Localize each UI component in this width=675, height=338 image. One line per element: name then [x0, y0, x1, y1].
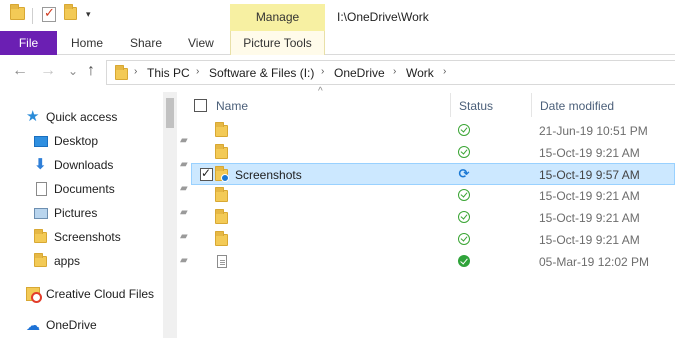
back-arrow-icon[interactable]: ← [12, 62, 28, 80]
nav-label: OneDrive [46, 318, 97, 332]
properties-icon[interactable] [42, 5, 56, 22]
nav-item-desktop[interactable]: Desktop ▰ [34, 131, 188, 151]
date-modified: 15-Oct-19 9:21 AM [539, 233, 640, 247]
row-checkbox[interactable] [200, 166, 213, 181]
nav-label: apps [54, 254, 81, 268]
chevron-right-icon[interactable]: › [393, 66, 396, 77]
tab-file[interactable]: File [0, 31, 57, 55]
downloads-icon: ⬇ [34, 156, 47, 173]
breadcrumb-drive[interactable]: Software & Files (I:) [209, 66, 314, 80]
date-modified: 05-Mar-19 12:02 PM [539, 255, 650, 269]
date-modified: 21-Jun-19 10:51 PM [539, 124, 648, 138]
recent-locations-icon[interactable]: ⌄ [68, 62, 78, 80]
table-row-selected[interactable]: Screenshots ⟳ 15-Oct-19 9:57 AM [191, 163, 675, 185]
available-status-icon [458, 189, 470, 201]
forward-arrow-icon[interactable]: → [40, 62, 56, 80]
nav-label: Screenshots [54, 230, 121, 244]
column-divider[interactable] [531, 93, 532, 117]
manage-tab[interactable]: Manage [230, 4, 325, 31]
nav-label: Documents [54, 182, 115, 196]
nav-label: Downloads [54, 158, 114, 172]
column-divider[interactable] [450, 93, 451, 117]
cloud-icon: ☁ [26, 317, 40, 333]
column-header-name[interactable]: Name [216, 96, 248, 116]
nav-item-pictures[interactable]: Pictures ▰ [34, 203, 188, 223]
folder-icon [215, 231, 228, 246]
nav-scrollbar[interactable] [163, 92, 177, 338]
folder-icon [215, 144, 228, 159]
creative-cloud-icon [26, 287, 42, 303]
table-row[interactable]: 05-Mar-19 12:02 PM [192, 251, 675, 273]
shortcut-folder-icon [215, 166, 229, 182]
table-row[interactable]: 15-Oct-19 9:21 AM [192, 229, 675, 251]
chevron-right-icon[interactable]: › [321, 66, 324, 77]
nav-item-creative-cloud[interactable]: Creative Cloud Files [26, 284, 166, 304]
nav-label: Desktop [54, 134, 99, 148]
chevron-right-icon[interactable]: › [443, 66, 446, 77]
sort-ascending-icon: ^ [318, 86, 323, 97]
tab-picture-tools[interactable]: Picture Tools [230, 31, 325, 55]
table-row[interactable]: 21-Jun-19 10:51 PM [192, 120, 675, 142]
nav-item-onedrive[interactable]: ☁ OneDrive [26, 315, 166, 335]
nav-label: Pictures [54, 206, 98, 220]
folder-icon [215, 122, 228, 137]
folder-icon[interactable] [10, 4, 25, 20]
available-status-icon [458, 233, 470, 245]
date-modified: 15-Oct-19 9:57 AM [539, 168, 640, 182]
nav-item-downloads[interactable]: ⬇ Downloads ▰ [34, 155, 188, 175]
folder-icon [115, 65, 128, 80]
folder-icon [215, 187, 228, 202]
breadcrumb-work[interactable]: Work [406, 66, 434, 80]
navigation-pane: ★ Quick access Desktop ▰ ⬇ Downloads ▰ D… [0, 89, 188, 338]
table-row[interactable]: 15-Oct-19 9:21 AM [192, 142, 675, 164]
window-title: I:\OneDrive\Work [337, 10, 429, 24]
date-modified: 15-Oct-19 9:21 AM [539, 211, 640, 225]
folder-icon [34, 229, 48, 244]
date-modified: 15-Oct-19 9:21 AM [539, 189, 640, 203]
ribbon-tabs: File Home Share View Picture Tools [0, 31, 675, 55]
tab-home[interactable]: Home [71, 31, 103, 55]
select-all-checkbox[interactable] [194, 99, 207, 112]
documents-icon [36, 182, 47, 196]
pictures-icon [34, 208, 48, 219]
navigation-bar: ← → ⌄ ↑ › This PC › Software & Files (I:… [0, 55, 675, 89]
nav-quick-access[interactable]: ★ Quick access [26, 107, 166, 127]
column-header-status[interactable]: Status [459, 96, 493, 116]
tab-share[interactable]: Share [130, 31, 162, 55]
new-folder-icon[interactable] [64, 4, 77, 20]
breadcrumb-this-pc[interactable]: This PC [147, 66, 190, 80]
table-row[interactable]: 15-Oct-19 9:21 AM [192, 185, 675, 207]
date-modified: 15-Oct-19 9:21 AM [539, 146, 640, 160]
column-header-date-modified[interactable]: Date modified [540, 96, 614, 116]
table-row[interactable]: 15-Oct-19 9:21 AM [192, 207, 675, 229]
available-status-icon [458, 211, 470, 223]
tab-view[interactable]: View [188, 31, 214, 55]
folder-icon [34, 253, 48, 268]
file-list: ^ Name Status Date modified 21-Jun-19 10… [185, 86, 675, 338]
up-arrow-icon[interactable]: ↑ [87, 62, 95, 80]
always-available-status-icon [458, 255, 470, 267]
customize-dropdown-icon[interactable]: ▾ [86, 9, 91, 20]
title-bar: ▾ Manage I:\OneDrive\Work [0, 0, 675, 31]
nav-item-documents[interactable]: Documents ▰ [34, 179, 188, 199]
nav-item-apps[interactable]: apps ▰ [34, 251, 188, 271]
toolbar-divider [32, 8, 33, 24]
address-bar[interactable]: › This PC › Software & Files (I:) › OneD… [106, 60, 675, 85]
desktop-icon [34, 136, 48, 147]
folder-icon [215, 209, 228, 224]
file-name: Screenshots [235, 168, 302, 182]
available-status-icon [458, 124, 470, 136]
breadcrumb-onedrive[interactable]: OneDrive [334, 66, 385, 80]
nav-item-screenshots[interactable]: Screenshots ▰ [34, 227, 188, 247]
sync-pending-icon: ⟳ [458, 166, 470, 181]
available-status-icon [458, 146, 470, 158]
chevron-right-icon[interactable]: › [134, 66, 137, 77]
nav-label: Quick access [46, 110, 118, 124]
text-file-icon [217, 255, 227, 268]
nav-label: Creative Cloud Files [46, 287, 155, 301]
star-icon: ★ [26, 108, 40, 125]
chevron-right-icon[interactable]: › [196, 66, 199, 77]
